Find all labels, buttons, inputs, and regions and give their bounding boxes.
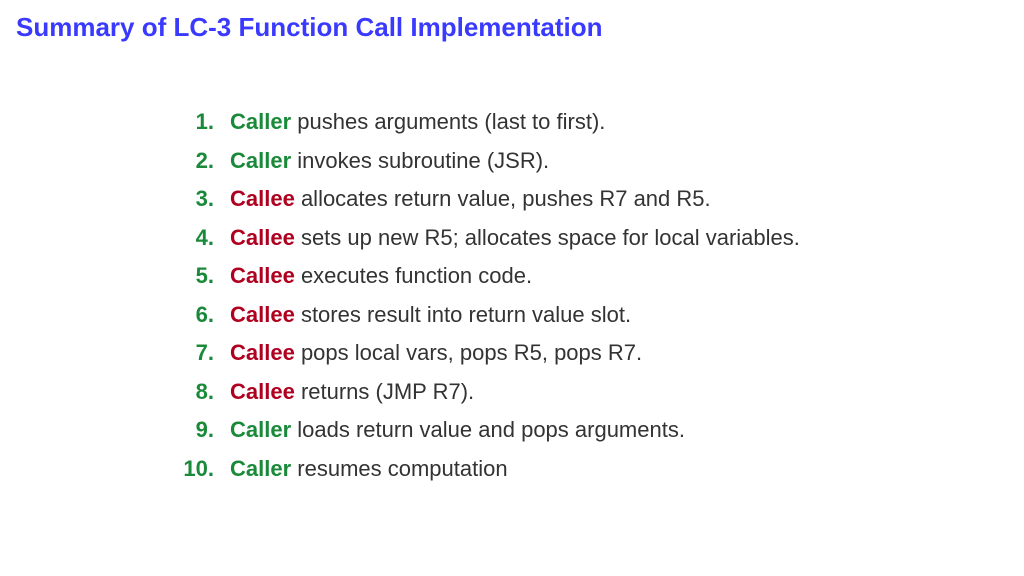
item-role: Callee: [230, 302, 295, 327]
item-number: 8.: [166, 373, 214, 412]
item-body: Callee pops local vars, pops R5, pops R7…: [230, 334, 642, 373]
item-role: Callee: [230, 340, 295, 365]
item-text: executes function code.: [295, 263, 532, 288]
item-body: Caller resumes computation: [230, 450, 508, 489]
item-role: Caller: [230, 148, 291, 173]
item-number: 3.: [166, 180, 214, 219]
item-number: 10.: [166, 450, 214, 489]
item-number: 5.: [166, 257, 214, 296]
item-number: 9.: [166, 411, 214, 450]
list-item: 7. Callee pops local vars, pops R5, pops …: [166, 334, 1008, 373]
item-text: resumes computation: [291, 456, 507, 481]
list-item: 4. Callee sets up new R5; allocates space…: [166, 219, 1008, 258]
item-role: Callee: [230, 225, 295, 250]
item-body: Callee sets up new R5; allocates space f…: [230, 219, 800, 258]
item-text: loads return value and pops arguments.: [291, 417, 685, 442]
item-text: allocates return value, pushes R7 and R5…: [295, 186, 711, 211]
list-item: 5. Callee executes function code.: [166, 257, 1008, 296]
item-text: pops local vars, pops R5, pops R7.: [295, 340, 642, 365]
item-role: Caller: [230, 456, 291, 481]
item-text: sets up new R5; allocates space for loca…: [295, 225, 800, 250]
list-item: 3. Callee allocates return value, pushes …: [166, 180, 1008, 219]
item-role: Callee: [230, 263, 295, 288]
item-text: stores result into return value slot.: [295, 302, 631, 327]
item-number: 7.: [166, 334, 214, 373]
item-role: Caller: [230, 109, 291, 134]
item-body: Callee allocates return value, pushes R7…: [230, 180, 711, 219]
item-text: invokes subroutine (JSR).: [291, 148, 549, 173]
list-item: 1. Caller pushes arguments (last to first…: [166, 103, 1008, 142]
item-number: 4.: [166, 219, 214, 258]
page-title: Summary of LC-3 Function Call Implementa…: [16, 12, 1008, 43]
item-role: Callee: [230, 379, 295, 404]
item-text: returns (JMP R7).: [295, 379, 474, 404]
item-number: 6.: [166, 296, 214, 335]
item-body: Callee stores result into return value s…: [230, 296, 631, 335]
item-number: 1.: [166, 103, 214, 142]
item-body: Caller invokes subroutine (JSR).: [230, 142, 549, 181]
list-item: 10. Caller resumes computation: [166, 450, 1008, 489]
item-body: Caller pushes arguments (last to first).: [230, 103, 605, 142]
list-item: 8. Callee returns (JMP R7).: [166, 373, 1008, 412]
list-item: 9. Caller loads return value and pops arg…: [166, 411, 1008, 450]
item-role: Callee: [230, 186, 295, 211]
item-body: Callee returns (JMP R7).: [230, 373, 474, 412]
item-role: Caller: [230, 417, 291, 442]
item-number: 2.: [166, 142, 214, 181]
item-body: Callee executes function code.: [230, 257, 532, 296]
item-text: pushes arguments (last to first).: [291, 109, 605, 134]
item-body: Caller loads return value and pops argum…: [230, 411, 685, 450]
list-item: 2. Caller invokes subroutine (JSR).: [166, 142, 1008, 181]
ordered-list: 1. Caller pushes arguments (last to first…: [166, 103, 1008, 488]
list-item: 6. Callee stores result into return value…: [166, 296, 1008, 335]
slide: Summary of LC-3 Function Call Implementa…: [0, 0, 1024, 500]
